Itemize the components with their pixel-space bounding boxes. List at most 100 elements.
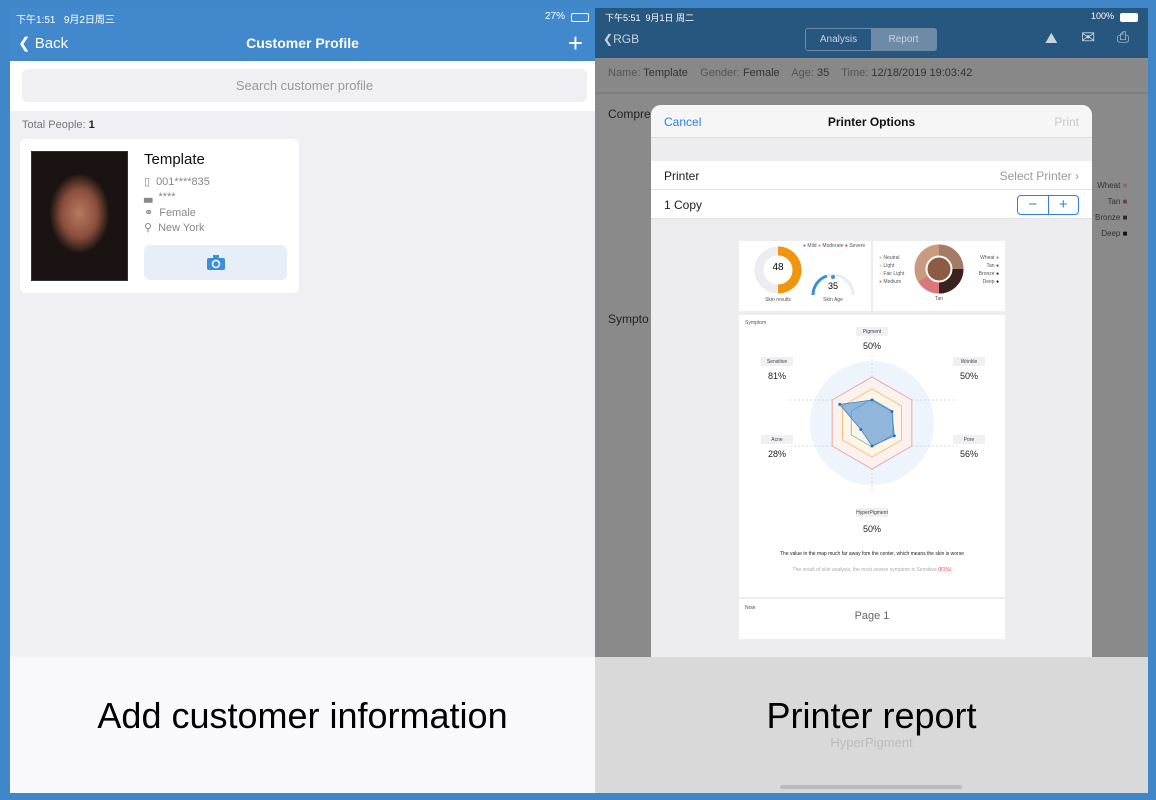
legend-mild: Mild: [807, 243, 817, 249]
skin-age-value: 35: [827, 281, 838, 291]
radar-value-label: 81%: [768, 371, 786, 381]
phone-line: ▯ 001****835: [144, 175, 210, 189]
radar-point: [892, 434, 896, 438]
tone-item: Wheat: [980, 255, 995, 261]
status-bar: 下午1:51 9月2日周三 27%: [10, 8, 595, 28]
total-label: Total People:: [22, 119, 86, 131]
skin-tone-donut: [914, 244, 964, 294]
radar-axis-label: Sensitive: [767, 359, 788, 365]
gender-value: Female: [742, 67, 780, 79]
page-title: Customer Profile: [246, 35, 359, 51]
divider: [595, 92, 1148, 94]
status-date: 9月2日周三: [63, 15, 115, 26]
customer-card[interactable]: Template ▯ 001****835 ▃ **** ⚭ Female ⚲ New …: [20, 139, 299, 293]
tone-item: Light: [883, 263, 895, 269]
report-screen: 下午5:51 9月1日 周二 100% ❮RGB Analysis Report…: [595, 8, 1148, 793]
radar-point: [870, 398, 874, 402]
printer-label: Printer: [664, 169, 700, 183]
battery-icon: [571, 13, 589, 22]
symptom-panel: Symptom Pigment 50% Wrinkle 50% Pore 56% Hyper…: [739, 315, 1005, 597]
print-button[interactable]: Print: [1054, 115, 1079, 129]
status-time: 下午5:51: [605, 13, 641, 23]
legend-moderate: Moderate: [822, 243, 844, 249]
section-symptom: Sympto: [608, 312, 649, 326]
printer-icon[interactable]: ⎙: [1117, 29, 1129, 46]
radar-value-label: 50%: [863, 524, 881, 534]
search-input[interactable]: Search customer profile: [22, 69, 587, 102]
tone-item: Medium: [883, 279, 902, 285]
radar-axis-label: HyperPigment: [856, 510, 888, 516]
city-line: ⚲ New York: [144, 221, 205, 235]
camera-button[interactable]: [144, 245, 287, 280]
birthday-line: ▃ ****: [144, 190, 176, 204]
printer-row[interactable]: Printer Select Printer ›: [651, 161, 1092, 190]
total-value: 1: [88, 119, 95, 131]
copies-label: 1 Copy: [664, 198, 703, 212]
customer-name: Template: [144, 151, 205, 168]
image-icon[interactable]: ⛰: [1045, 30, 1058, 47]
gender-icon: ⚭: [144, 207, 154, 219]
name-value: Template: [643, 67, 688, 79]
name-label: Name:: [608, 67, 641, 79]
tab-report[interactable]: Report: [871, 29, 936, 50]
battery-level: 27%: [544, 11, 565, 22]
bg-hyperpigment-label: HyperPigment: [830, 735, 913, 750]
printer-options-dialog: Cancel Printer Options Print Printer Sel…: [651, 105, 1092, 695]
legend-item: Deep: [1101, 229, 1121, 238]
page-number: Page 1: [854, 610, 890, 622]
caption-printer-report: HyperPigment Printer report: [595, 657, 1148, 793]
decrement-button[interactable]: −: [1018, 196, 1049, 214]
result-text: The result of skin analysis, the most se…: [792, 567, 937, 573]
legend-item: Bronze: [1095, 213, 1121, 222]
customer-profile-screen: 下午1:51 9月2日周三 27% ❮ Back Customer Profil…: [10, 8, 595, 793]
age-value: 35: [816, 67, 830, 79]
tab-analysis[interactable]: Analysis: [806, 29, 871, 50]
radar-explanation: The value in the map much far away fom t…: [780, 551, 964, 557]
phone: 001****835: [156, 175, 210, 188]
skin-results-value: 48: [772, 262, 784, 273]
severity-legend: ● Mild ● Moderate ● Severe: [803, 243, 866, 249]
city: New York: [158, 221, 205, 234]
time-value: 12/18/2019 19:03:42: [871, 67, 973, 79]
birthday: ****: [158, 190, 176, 203]
radar-point: [870, 444, 874, 448]
search-area: Search customer profile: [10, 61, 595, 111]
radar-axis-label: Pigment: [863, 329, 882, 335]
result-highlight: (81%): [938, 567, 952, 573]
nav-bar: ❮ Back Customer Profile +: [10, 28, 595, 61]
caption-text: Printer report: [766, 695, 977, 736]
customer-info-bar: Name: Template Gender: Female Age: 35 Ti…: [595, 60, 1148, 88]
tone-item: Neutral: [883, 255, 900, 261]
radar-value-label: 56%: [960, 449, 978, 459]
segmented-control: Analysis Report: [805, 28, 937, 51]
copies-row: 1 Copy − +: [651, 190, 1092, 219]
skin-results-label: Skin results: [765, 297, 791, 303]
skin-results-panel: ● Mild ● Moderate ● Severe 48 Skin resul…: [739, 241, 871, 311]
status-time: 下午1:51: [16, 15, 56, 26]
back-label: RGB: [613, 32, 640, 46]
tone-result: Tan: [934, 296, 944, 302]
analysis-result: The result of skin analysis, the most se…: [759, 567, 985, 573]
nav-bar: ❮RGB Analysis Report ⛰ ✉ ⎙: [595, 28, 1148, 58]
radar-point: [859, 427, 863, 431]
section-comprehensive: Compre: [608, 107, 651, 121]
skin-tone-panel: ● Neutral ● Light ● Fair Light ● Medium …: [873, 241, 1005, 311]
radar-value-label: 28%: [768, 449, 786, 459]
radar-point: [838, 402, 842, 406]
radar-axis-label: Acne: [771, 437, 783, 443]
phone-icon: ▯: [144, 176, 151, 188]
cake-icon: ▃: [144, 191, 153, 203]
gender-line: ⚭ Female: [144, 206, 196, 220]
gender-label: Gender:: [700, 67, 740, 79]
location-icon: ⚲: [144, 222, 153, 234]
select-printer: Select Printer: [999, 169, 1072, 183]
plus-icon[interactable]: +: [568, 28, 583, 59]
status-date: 9月1日 周二: [645, 13, 695, 23]
increment-button[interactable]: +: [1049, 196, 1079, 214]
back-button[interactable]: ❮RGB: [603, 32, 639, 46]
age-label: Age:: [791, 67, 814, 79]
dialog-header: Cancel Printer Options Print: [651, 105, 1092, 138]
mail-icon[interactable]: ✉: [1081, 28, 1095, 48]
chevron-right-icon: ›: [1075, 169, 1079, 183]
legend-severe: Severe: [849, 243, 866, 249]
